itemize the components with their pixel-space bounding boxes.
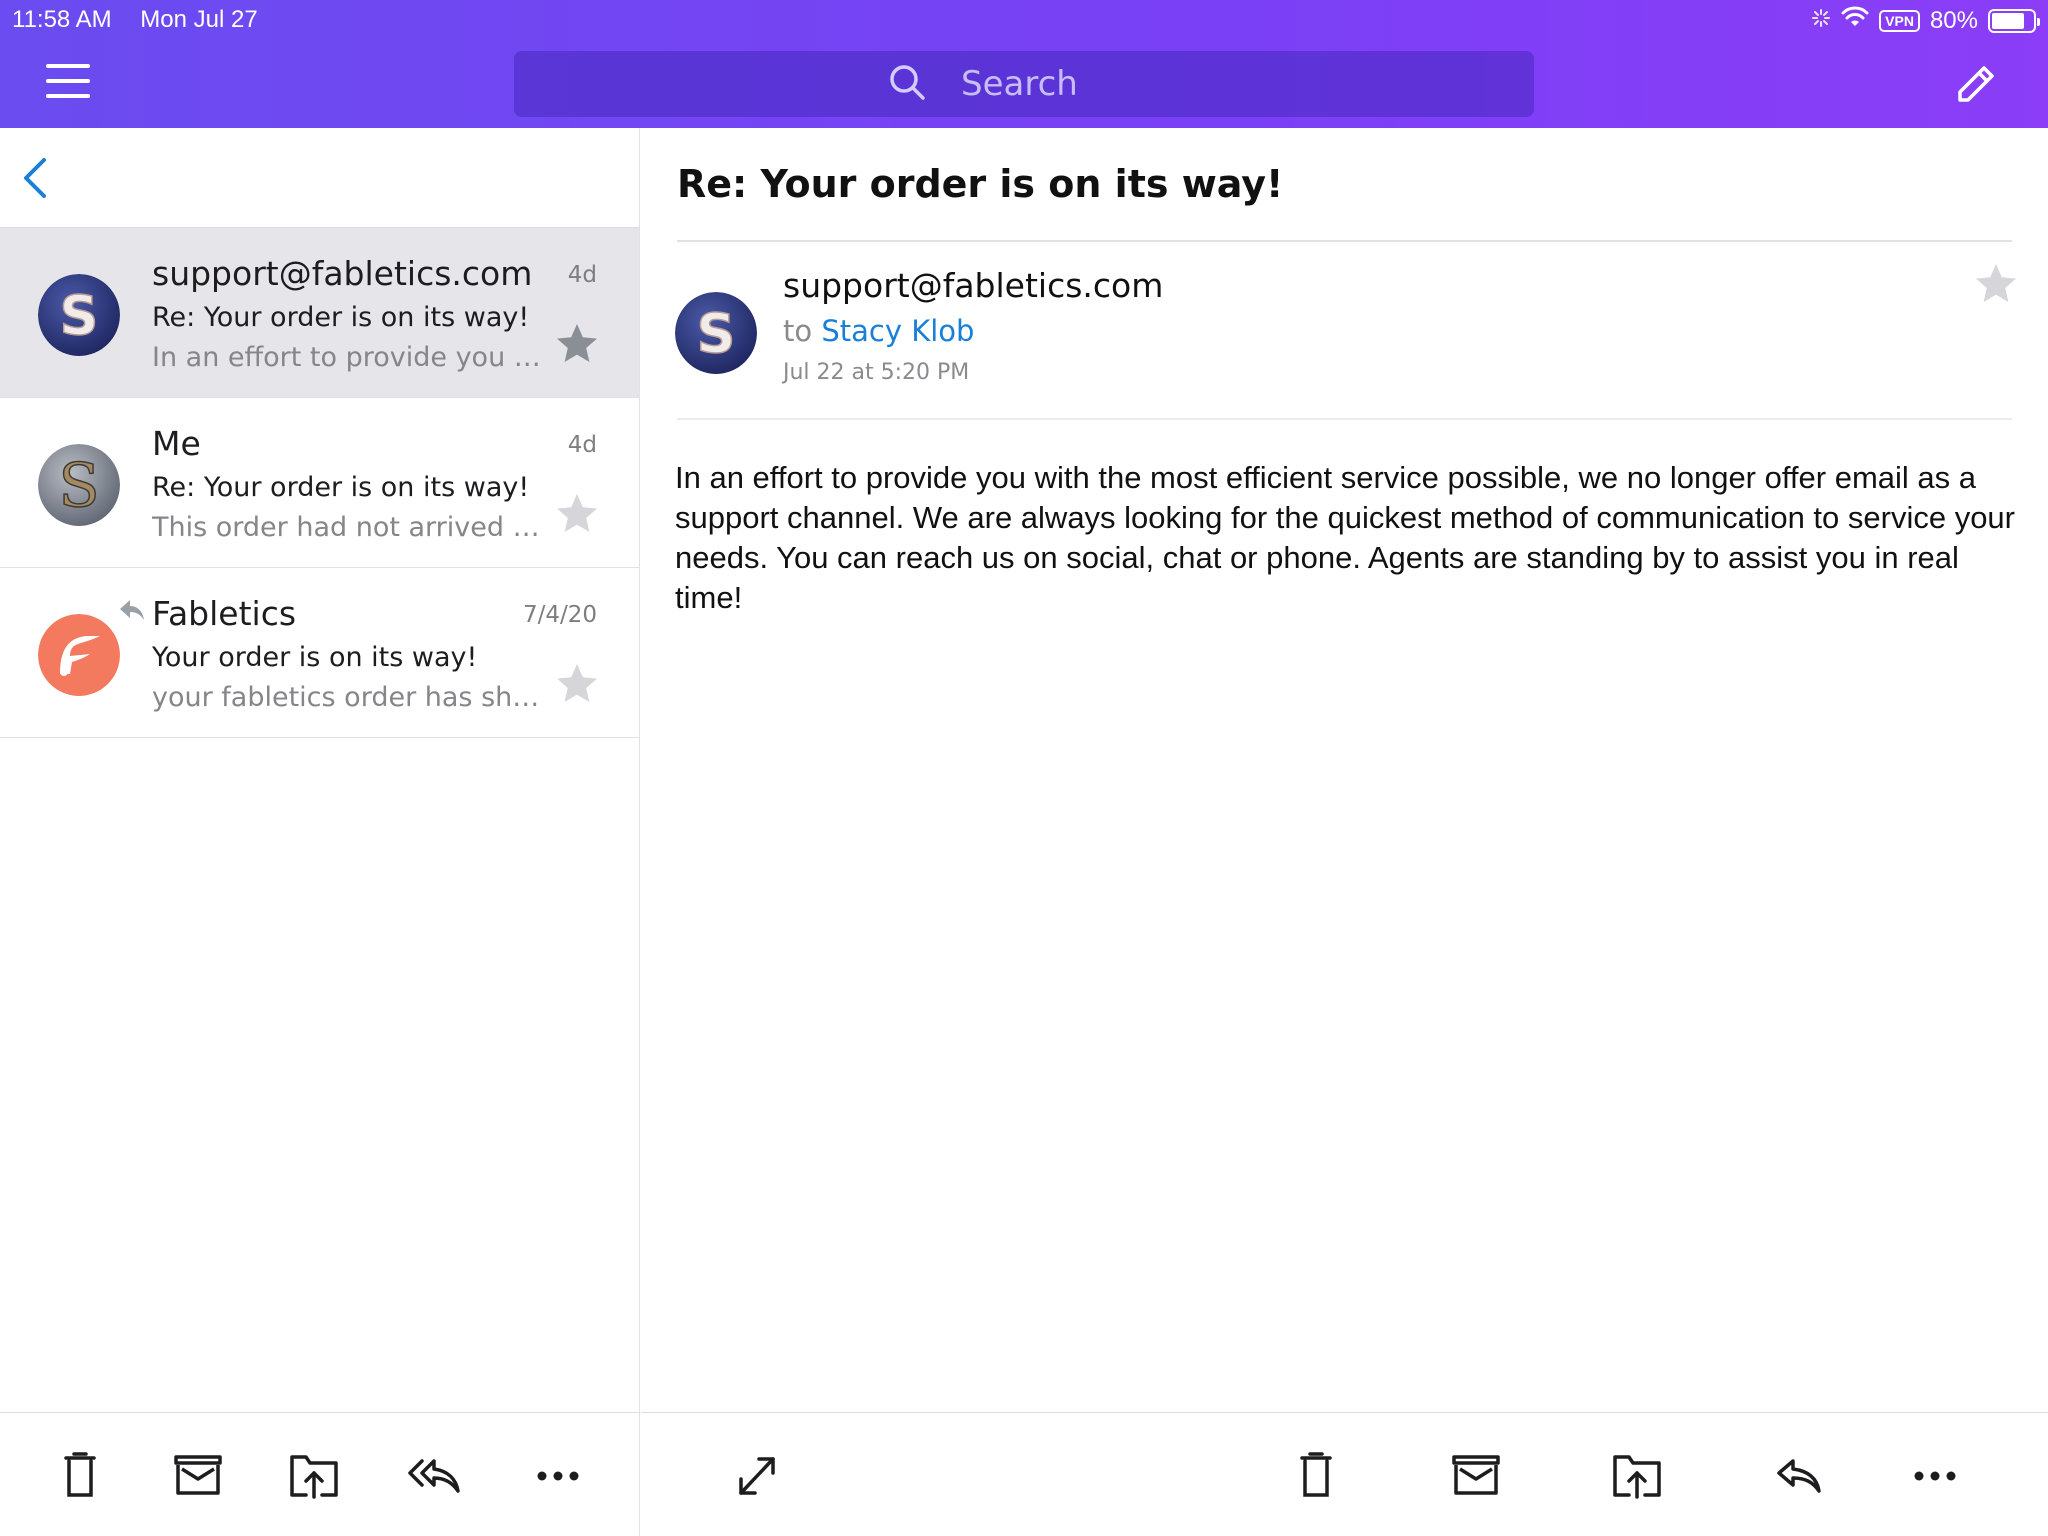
message-sender: Fabletics — [152, 594, 297, 633]
svg-text:S: S — [60, 284, 99, 347]
compose-button[interactable] — [1952, 60, 2000, 108]
wifi-icon — [1841, 6, 1869, 35]
battery-level — [1992, 12, 2024, 29]
archive-icon — [1452, 1455, 1500, 1495]
message-list-pane: S support@fabletics.com 4d Re: Your orde… — [0, 128, 640, 1412]
message-body: In an effort to provide you with the mos… — [675, 460, 2015, 615]
message-subject: Re: Your order is on its way! — [152, 302, 530, 333]
search-input[interactable] — [961, 64, 1161, 104]
message-sender: support@fabletics.com — [152, 254, 533, 293]
star-icon — [557, 494, 597, 532]
star-icon — [1976, 264, 2016, 302]
reply-all-button[interactable] — [406, 1451, 462, 1501]
message-row[interactable]: S support@fabletics.com 4d Re: Your orde… — [0, 228, 639, 398]
svg-text:S: S — [697, 302, 736, 365]
star-icon — [557, 324, 597, 362]
message-row[interactable]: Fabletics 7/4/20 Your order is on its wa… — [0, 568, 639, 738]
divider — [677, 418, 2012, 420]
archive-icon — [174, 1455, 222, 1495]
menu-icon-bar — [46, 79, 90, 83]
more-icon — [1914, 1471, 1956, 1481]
detail-subject: Re: Your order is on its way! — [677, 162, 1284, 206]
search-bar[interactable] — [514, 51, 1534, 117]
sender-avatar[interactable]: S — [675, 292, 757, 374]
trash-icon — [1300, 1452, 1332, 1497]
trash-button[interactable] — [1288, 1451, 1344, 1501]
message-detail-pane: Re: Your order is on its way! S support@… — [641, 128, 2048, 1412]
menu-icon-bar — [46, 64, 90, 68]
message-row[interactable]: S Me 4d Re: Your order is on its way! Th… — [0, 398, 639, 568]
message-date: 4d — [567, 262, 597, 288]
expand-button[interactable] — [729, 1451, 785, 1501]
status-bar-right: VPN 80% — [1811, 6, 2040, 35]
move-icon — [1613, 1455, 1661, 1499]
status-bar-left: 11:58 AM Mon Jul 27 — [12, 6, 280, 34]
status-date: Mon Jul 27 — [140, 6, 258, 33]
trash-icon — [64, 1452, 96, 1497]
svg-text:S: S — [58, 451, 99, 521]
chevron-left-icon — [24, 158, 46, 198]
replied-icon — [118, 598, 146, 622]
message-date: 4d — [567, 432, 597, 458]
message-preview: your fabletics order has ship... — [152, 682, 542, 713]
star-icon — [557, 664, 597, 702]
detail-sender[interactable]: support@fabletics.com — [783, 266, 1163, 305]
detail-recipients: to Stacy Klob — [783, 314, 974, 348]
message-subject: Re: Your order is on its way! — [152, 472, 530, 503]
star-button[interactable] — [553, 490, 601, 538]
battery-icon — [1988, 8, 2040, 33]
detail-action-toolbar — [641, 1412, 2048, 1536]
message-preview: This order had not arrived n... — [152, 512, 542, 543]
battery-percent: 80% — [1929, 6, 1978, 34]
trash-button[interactable] — [52, 1451, 108, 1501]
message-sender: Me — [152, 424, 201, 463]
menu-button[interactable] — [46, 64, 90, 98]
archive-button[interactable] — [1448, 1451, 1504, 1501]
more-button[interactable] — [1907, 1451, 1963, 1501]
expand-icon — [739, 1457, 775, 1495]
sender-avatar: S — [38, 444, 120, 526]
star-button[interactable] — [553, 660, 601, 708]
star-button[interactable] — [553, 320, 601, 368]
archive-button[interactable] — [170, 1451, 226, 1501]
move-icon — [290, 1455, 338, 1499]
move-button[interactable] — [1609, 1451, 1665, 1501]
sender-avatar: S — [38, 274, 120, 356]
reply-button[interactable] — [1771, 1451, 1827, 1501]
recipient-link[interactable]: Stacy Klob — [821, 314, 974, 348]
activity-icon — [1811, 7, 1831, 35]
vpn-badge: VPN — [1879, 9, 1920, 32]
status-time: 11:58 AM — [12, 6, 112, 33]
reply-icon — [1777, 1459, 1821, 1493]
more-icon — [537, 1471, 579, 1481]
divider — [677, 240, 2012, 242]
star-button[interactable] — [1972, 260, 2020, 308]
menu-icon-bar — [46, 94, 90, 98]
more-button[interactable] — [530, 1451, 586, 1501]
message-preview: In an effort to provide you w... — [152, 342, 542, 373]
to-label: to — [783, 314, 813, 348]
list-action-toolbar — [0, 1412, 640, 1536]
app-header: 11:58 AM Mon Jul 27 VPN 80% — [0, 0, 2048, 128]
message-subject: Your order is on its way! — [152, 642, 478, 673]
compose-icon — [1958, 66, 1994, 102]
list-toolbar — [0, 128, 639, 228]
detail-date: Jul 22 at 5:20 PM — [783, 360, 970, 385]
move-button[interactable] — [286, 1451, 342, 1501]
back-button[interactable] — [16, 154, 56, 202]
search-icon — [887, 62, 927, 107]
message-date: 7/4/20 — [522, 602, 597, 628]
reply-all-icon — [408, 1459, 460, 1493]
sender-avatar — [38, 614, 120, 696]
